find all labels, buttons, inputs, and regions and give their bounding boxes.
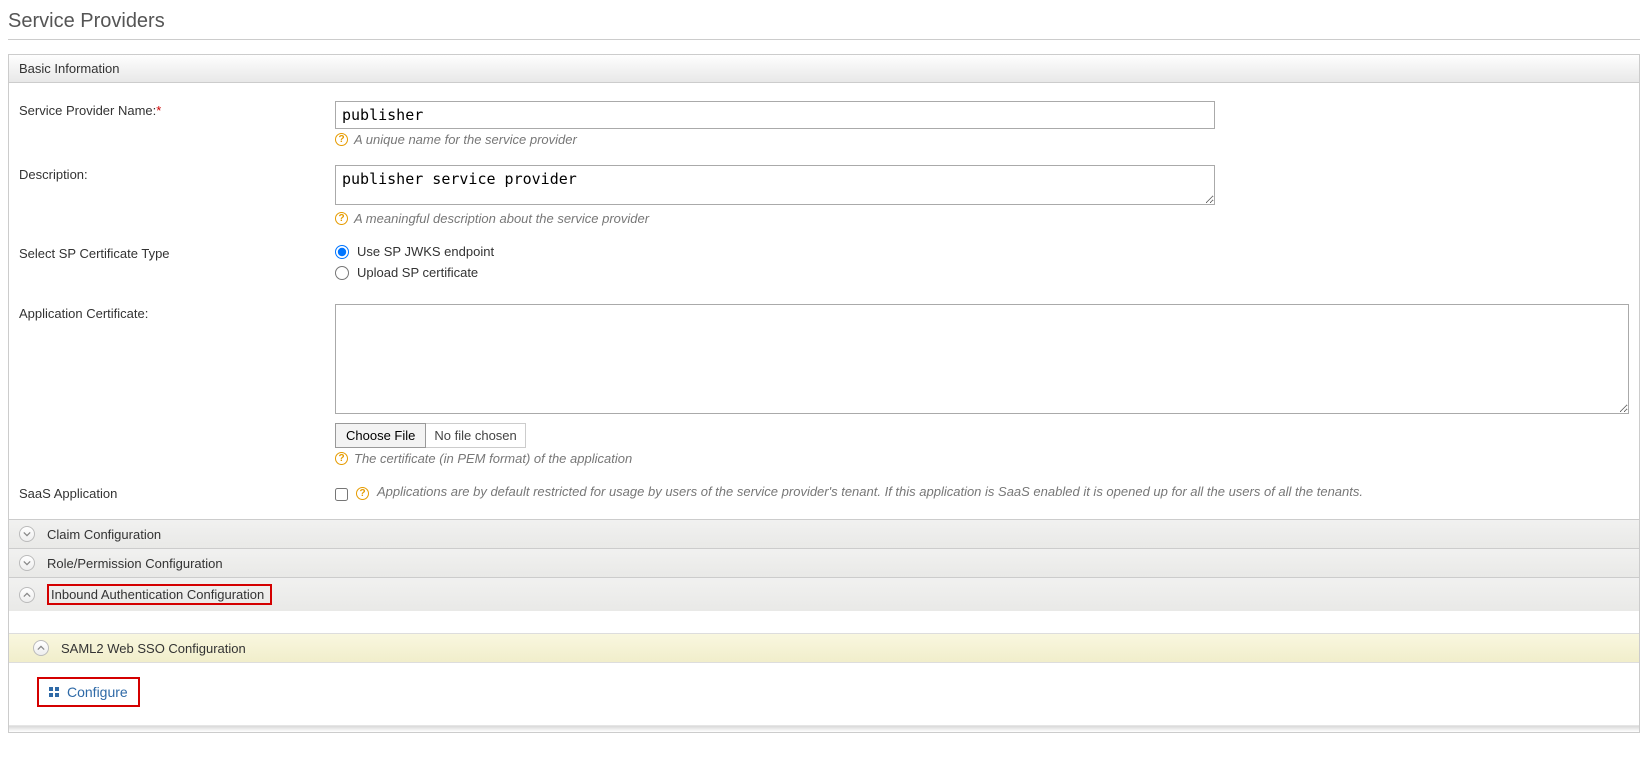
file-status: No file chosen <box>426 423 525 448</box>
radio-upload-label: Upload SP certificate <box>357 265 478 280</box>
configure-link[interactable]: Configure <box>37 677 140 707</box>
accordion-claim[interactable]: Claim Configuration <box>9 519 1639 548</box>
accordion-saml2[interactable]: SAML2 Web SSO Configuration <box>9 633 1639 663</box>
shadow <box>9 726 1639 732</box>
radio-upload-input[interactable] <box>335 266 349 280</box>
row-app-cert: Application Certificate: Choose File No … <box>19 304 1629 466</box>
accordion-inbound[interactable]: Inbound Authentication Configuration <box>9 577 1639 611</box>
required-star: * <box>156 103 161 118</box>
radio-jwks-label: Use SP JWKS endpoint <box>357 244 494 259</box>
help-icon: ? <box>335 133 348 146</box>
chevron-down-icon <box>19 555 35 571</box>
label-sp-name: Service Provider Name:* <box>19 101 335 118</box>
configure-label: Configure <box>67 684 128 700</box>
label-app-cert: Application Certificate: <box>19 304 335 321</box>
label-description: Description: <box>19 165 335 182</box>
accordion-role[interactable]: Role/Permission Configuration <box>9 548 1639 577</box>
app-cert-textarea[interactable] <box>335 304 1629 414</box>
accordion-inbound-label: Inbound Authentication Configuration <box>51 587 264 602</box>
basic-info-section: Basic Information Service Provider Name:… <box>8 54 1640 733</box>
chevron-up-icon <box>33 640 49 656</box>
chevron-down-icon <box>19 526 35 542</box>
row-cert-type: Select SP Certificate Type Use SP JWKS e… <box>19 244 1629 286</box>
label-sp-name-text: Service Provider Name: <box>19 103 156 118</box>
row-description: Description: publisher service provider … <box>19 165 1629 226</box>
accordion-role-label: Role/Permission Configuration <box>47 556 223 571</box>
sp-name-help: A unique name for the service provider <box>354 132 577 147</box>
label-saas: SaaS Application <box>19 484 335 501</box>
help-icon: ? <box>356 487 369 500</box>
radio-jwks-input[interactable] <box>335 245 349 259</box>
accordion-claim-label: Claim Configuration <box>47 527 161 542</box>
section-title: Basic Information <box>9 55 1639 83</box>
inbound-highlight: Inbound Authentication Configuration <box>47 584 272 605</box>
accordion-saml2-label: SAML2 Web SSO Configuration <box>61 641 246 656</box>
inbound-body: SAML2 Web SSO Configuration Configure <box>9 633 1639 732</box>
help-icon: ? <box>335 452 348 465</box>
saas-help: Applications are by default restricted f… <box>377 484 1363 499</box>
row-sp-name: Service Provider Name:* ? A unique name … <box>19 101 1629 147</box>
saas-checkbox[interactable] <box>335 488 348 501</box>
row-saas: SaaS Application ? Applications are by d… <box>19 484 1629 501</box>
saml2-body: Configure <box>9 663 1639 726</box>
help-icon: ? <box>335 212 348 225</box>
radio-jwks[interactable]: Use SP JWKS endpoint <box>335 244 1629 259</box>
sp-name-input[interactable] <box>335 101 1215 129</box>
app-cert-help: The certificate (in PEM format) of the a… <box>354 451 632 466</box>
description-textarea[interactable]: publisher service provider <box>335 165 1215 205</box>
label-cert-type: Select SP Certificate Type <box>19 244 335 261</box>
form-area: Service Provider Name:* ? A unique name … <box>9 83 1639 519</box>
radio-upload[interactable]: Upload SP certificate <box>335 265 1629 280</box>
chevron-up-icon <box>19 587 35 603</box>
choose-file-button[interactable]: Choose File <box>335 423 426 448</box>
description-help: A meaningful description about the servi… <box>354 211 649 226</box>
grid-icon <box>49 687 59 697</box>
page-title: Service Providers <box>8 10 1640 40</box>
